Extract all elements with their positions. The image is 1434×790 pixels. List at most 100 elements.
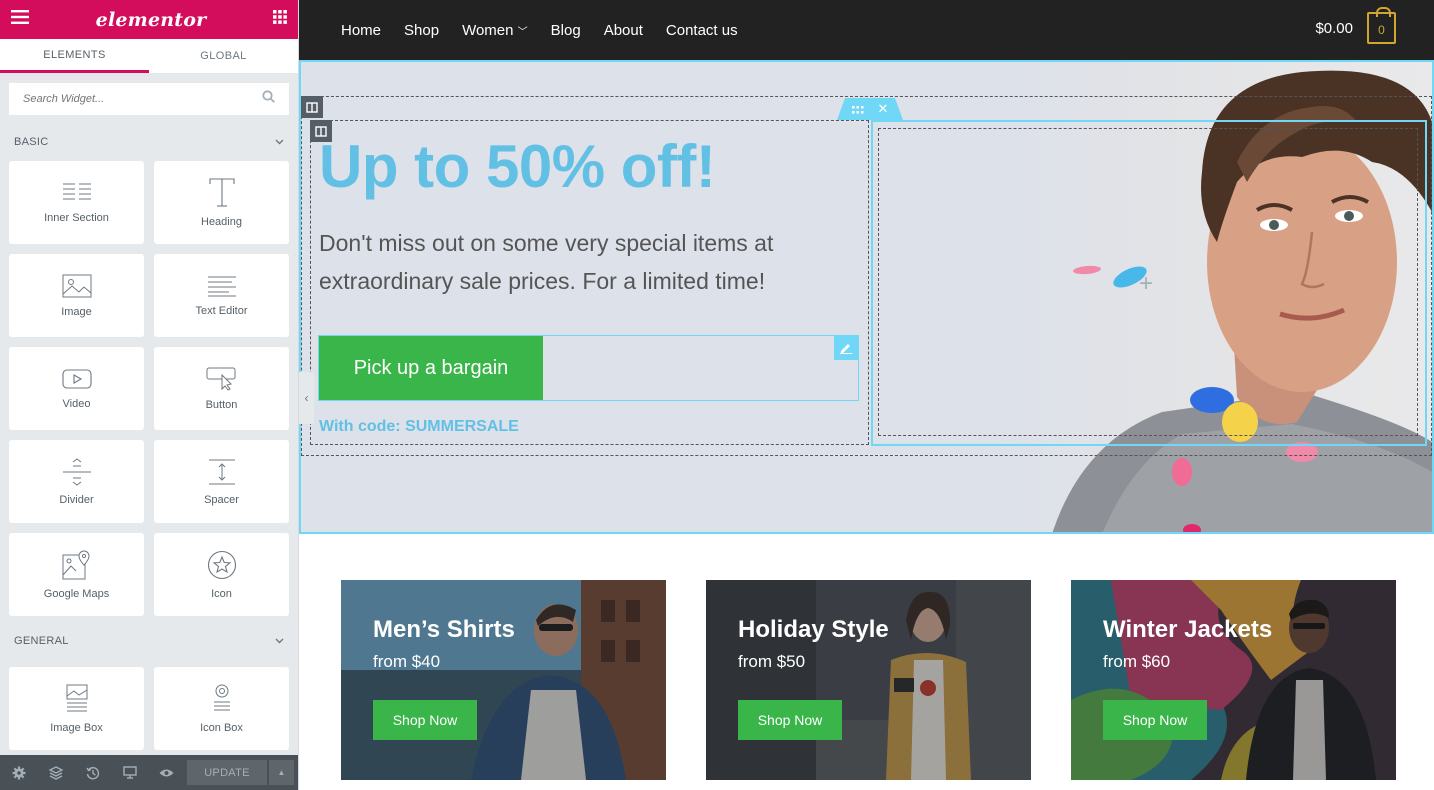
pick-up-bargain-button[interactable]: Pick up a bargain (319, 336, 543, 400)
tab-global[interactable]: GLOBAL (149, 39, 298, 73)
card-price: from $50 (738, 652, 806, 671)
widget-search (9, 83, 289, 115)
card-price: from $40 (373, 652, 441, 671)
responsive-desktop-icon[interactable] (111, 755, 148, 790)
widget-label: Video (62, 397, 91, 410)
category-general[interactable]: GENERAL (0, 624, 298, 658)
widget-label: Image Box (50, 721, 103, 734)
category-card-mens-shirts[interactable]: Men’s Shirts from $40 Shop Now (341, 580, 666, 780)
star-icon (207, 550, 236, 579)
image-icon (62, 274, 91, 297)
site-preview: Home Shop Women ﹀ Blog About Contact us … (299, 0, 1434, 790)
widget-label: Icon (211, 587, 232, 600)
cart-total: $0.00 (1315, 19, 1353, 37)
elementor-logo: elementor (95, 8, 207, 31)
card-price: from $60 (1103, 652, 1171, 671)
add-widget-plus-icon[interactable]: + (1139, 270, 1153, 298)
update-button[interactable]: UPDATE (187, 760, 267, 785)
nav-contact[interactable]: Contact us (666, 22, 738, 39)
panel-collapse-toggle[interactable]: ‹ (299, 372, 314, 424)
elementor-panel: elementor ELEMENTS GLOBAL BASIC Inner Se… (0, 0, 299, 790)
widget-label: Inner Section (44, 211, 109, 224)
category-basic[interactable]: BASIC (0, 125, 298, 159)
hamburger-menu-icon[interactable] (11, 10, 29, 29)
general-widget-grid: Image Box Icon Box (0, 667, 298, 750)
category-card-winter-jackets[interactable]: Winter Jackets from $60 Shop Now (1071, 580, 1396, 780)
basic-widget-grid: Inner Section Heading Image Text Editor … (0, 161, 298, 616)
icon-box-icon (213, 684, 230, 710)
chevron-down-icon: ﹀ (517, 26, 528, 38)
shop-now-button[interactable]: Shop Now (1103, 700, 1207, 740)
heading-icon (208, 177, 235, 207)
inner-section-icon (62, 183, 91, 199)
tab-elements[interactable]: ELEMENTS (0, 39, 149, 73)
card-title: Holiday Style (738, 616, 889, 643)
navigator-layers-icon[interactable] (37, 755, 74, 790)
update-options-button[interactable]: ▲ (269, 760, 294, 785)
section-edit-icon[interactable] (301, 96, 323, 118)
cart[interactable]: $0.00 0 (1315, 7, 1396, 44)
spacer-icon (208, 459, 235, 484)
widget-icon-box[interactable]: Icon Box (154, 667, 289, 750)
settings-gear-icon[interactable] (0, 755, 37, 790)
chevron-left-icon: ‹ (304, 391, 309, 405)
pencil-edit-icon[interactable] (834, 336, 858, 360)
history-icon[interactable] (74, 755, 111, 790)
widget-image-box[interactable]: Image Box (9, 667, 144, 750)
widget-spacer[interactable]: Spacer (154, 440, 289, 523)
category-general-label: GENERAL (14, 635, 69, 647)
image-box-icon (66, 684, 87, 711)
widget-image[interactable]: Image (9, 254, 144, 337)
widget-text-editor[interactable]: Text Editor (154, 254, 289, 337)
widget-label: Icon Box (200, 721, 243, 734)
widget-heading[interactable]: Heading (154, 161, 289, 244)
nav-blog[interactable]: Blog (551, 22, 581, 39)
button-widget-outline[interactable]: Pick up a bargain (318, 335, 859, 401)
winter-jackets-photo (1071, 580, 1396, 780)
preview-eye-icon[interactable] (148, 755, 185, 790)
chevron-down-icon (275, 635, 284, 647)
close-icon[interactable]: ✕ (878, 101, 889, 117)
video-icon (61, 368, 92, 389)
widget-label: Heading (201, 215, 242, 228)
widget-button[interactable]: Button (154, 347, 289, 430)
button-icon (206, 367, 235, 391)
widget-label: Google Maps (43, 587, 110, 600)
panel-header: elementor (0, 0, 298, 39)
card-title: Winter Jackets (1103, 616, 1273, 643)
widgets-grid-icon[interactable] (272, 10, 287, 29)
mens-shirts-photo (341, 580, 666, 780)
shop-now-button[interactable]: Shop Now (373, 700, 477, 740)
drag-handle-icon[interactable] (851, 102, 864, 117)
nav-about[interactable]: About (604, 22, 643, 39)
search-input[interactable] (23, 93, 262, 105)
nav-women[interactable]: Women ﹀ (462, 22, 528, 39)
widget-label: Text Editor (195, 304, 248, 317)
panel-tabs: ELEMENTS GLOBAL (0, 39, 298, 73)
divider-icon (62, 457, 91, 486)
shop-now-button[interactable]: Shop Now (738, 700, 842, 740)
text-editor-icon (207, 276, 236, 296)
widget-label: Divider (59, 493, 94, 506)
widget-google-maps[interactable]: Google Maps (9, 533, 144, 616)
widget-divider[interactable]: Divider (9, 440, 144, 523)
nav-shop[interactable]: Shop (404, 22, 439, 39)
google-maps-icon (62, 549, 90, 579)
section-handle[interactable]: ✕ (837, 98, 903, 120)
nav-home[interactable]: Home (341, 22, 381, 39)
holiday-style-photo (706, 580, 1031, 780)
widget-icon[interactable]: Icon (154, 533, 289, 616)
search-icon[interactable] (262, 90, 275, 108)
card-title: Men’s Shirts (373, 616, 515, 643)
category-card-holiday-style[interactable]: Holiday Style from $50 Shop Now (706, 580, 1031, 780)
hero-subtext[interactable]: Don't miss out on some very special item… (319, 224, 839, 300)
widget-inner-section[interactable]: Inner Section (9, 161, 144, 244)
widget-video[interactable]: Video (9, 347, 144, 430)
hero-section[interactable]: ✕ + Up to 50% off! Don't miss out on som… (299, 60, 1434, 534)
widget-label: Spacer (204, 493, 239, 506)
shopping-bag-icon[interactable]: 0 (1367, 7, 1396, 44)
widget-label: Button (205, 398, 238, 411)
promo-code-text[interactable]: With code: SUMMERSALE (319, 418, 519, 436)
hero-headline[interactable]: Up to 50% off! (319, 132, 716, 201)
category-cards: Men’s Shirts from $40 Shop Now Holiday S… (341, 580, 1396, 780)
